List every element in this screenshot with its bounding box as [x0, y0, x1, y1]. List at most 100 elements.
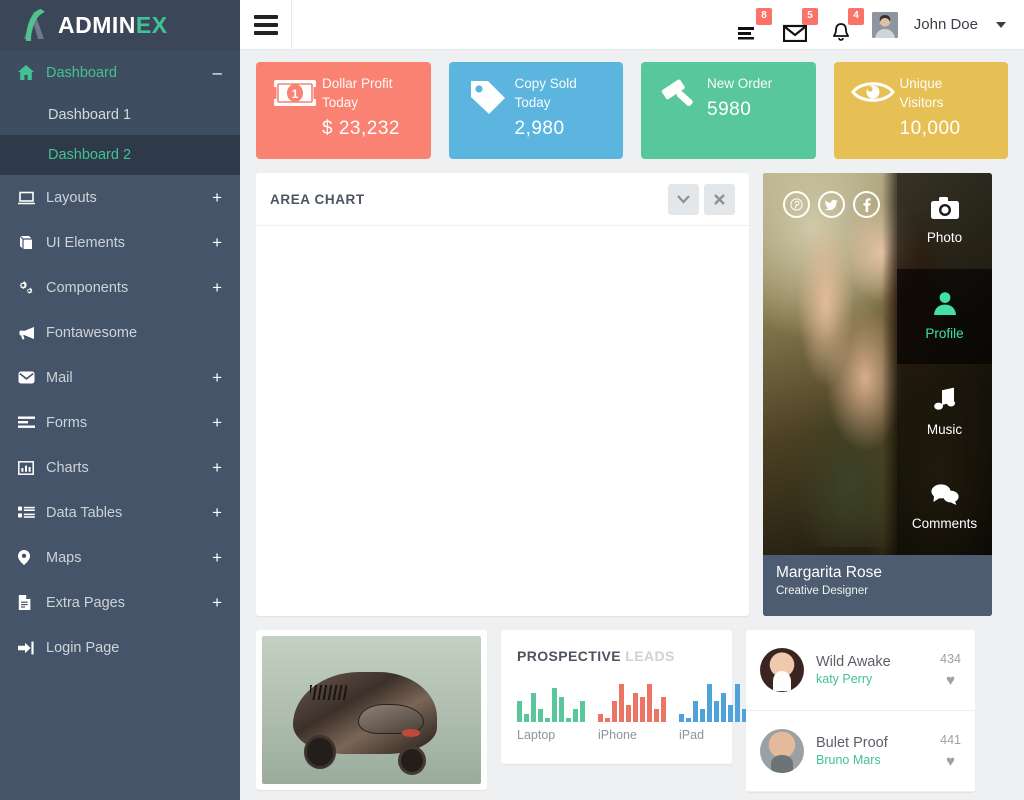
stat-card[interactable]: Copy Sold Today 2,980 [448, 62, 623, 159]
book-icon [18, 235, 46, 250]
top-header: 8 5 4 John Doe [240, 0, 1024, 50]
track-artist: katy Perry [816, 672, 873, 686]
stat-value: $ 23,232 [322, 118, 400, 139]
stat-cards: 1 Dollar Profit Today $ 23,232 Copy Sold Toda… [256, 62, 1008, 159]
sidebar-item-charts[interactable]: Charts + [0, 445, 240, 490]
stat-card[interactable]: New Order 5980 [641, 62, 816, 159]
sidebar-item-maps[interactable]: Maps + [0, 535, 240, 580]
page-title: AREA CHART [270, 191, 365, 207]
spark-bar [619, 684, 624, 722]
sidebar-item-toggle[interactable]: + [212, 234, 222, 251]
pinterest-icon[interactable] [783, 191, 810, 218]
sidebar-subitem-dashboard-2[interactable]: Dashboard 2 [0, 135, 240, 175]
panel-header: AREA CHART [256, 173, 749, 226]
sidebar-subitem-dashboard-1[interactable]: Dashboard 1 [0, 95, 240, 135]
sidebar-item-ui-elements[interactable]: UI Elements + [0, 220, 240, 265]
sidebar-item-label: Layouts [46, 189, 97, 206]
chevron-down-icon[interactable] [996, 21, 1006, 28]
spark-bar [580, 701, 585, 722]
sidebar-item-toggle[interactable]: + [212, 594, 222, 611]
sidebar-item-toggle[interactable]: + [212, 369, 222, 386]
stat-value: 2,980 [514, 118, 565, 139]
envelope-icon [18, 371, 46, 384]
profile-card: Photo Profile Music Comments Margarita Rose… [763, 173, 992, 616]
profile-name: Margarita Rose [776, 564, 882, 581]
spark-bar [679, 713, 684, 722]
username-label[interactable]: John Doe [914, 16, 978, 33]
avatar [760, 729, 804, 773]
hamburger-bar [253, 14, 278, 19]
spark-bar [686, 717, 691, 722]
sidebar-item-fontawesome[interactable]: Fontawesome [0, 310, 240, 355]
profile-menu-photo[interactable]: Photo [897, 173, 992, 269]
sidebar-item-toggle[interactable]: + [212, 549, 222, 566]
stat-card[interactable]: 1 Dollar Profit Today $ 23,232 [256, 62, 431, 159]
spark-bars [598, 680, 666, 722]
vehicle-photo [262, 636, 481, 784]
logo-text-accent: EX [135, 11, 168, 38]
hamburger-bar [253, 22, 278, 27]
profile-menu-profile[interactable]: Profile [897, 268, 992, 364]
bell-icon[interactable]: 4 [826, 7, 864, 42]
profile-footer: Margarita Rose Creative Designer [763, 555, 992, 616]
twitter-icon[interactable] [818, 191, 845, 218]
stat-label: Dollar Profit [322, 76, 393, 91]
sidebar-item-label: Login Page [46, 639, 120, 656]
money-bill-icon: 1 [268, 74, 322, 108]
spark-bar [524, 713, 529, 722]
sidebar-item-toggle[interactable]: + [212, 459, 222, 476]
spark-bar [552, 688, 557, 722]
profile-menu-music[interactable]: Music [897, 364, 992, 460]
stat-label: Unique [899, 76, 943, 91]
sidebar-item-dashboard[interactable]: Dashboard – [0, 50, 240, 95]
list-item[interactable]: Bulet Proof Bruno Mars 441 ♥ [746, 711, 975, 792]
heart-icon[interactable]: ♥ [940, 753, 961, 770]
profile-menu-label: Photo [926, 229, 963, 245]
stat-value: 5980 [707, 99, 752, 120]
logo[interactable]: ADMINEX [0, 0, 240, 50]
vehicle-wheel [397, 745, 427, 776]
sidebar-item-mail[interactable]: Mail + [0, 355, 240, 400]
sidebar-item-toggle[interactable]: + [212, 414, 222, 431]
tasks-badge: 8 [756, 7, 772, 25]
profile-menu-label: Comments [911, 516, 978, 532]
tasks-icon[interactable]: 8 [734, 7, 772, 42]
sidebar-item-forms[interactable]: Forms + [0, 400, 240, 445]
sidebar-item-toggle[interactable]: – [213, 64, 222, 81]
stat-label-2: Today [322, 95, 359, 110]
bullhorn-icon [18, 326, 46, 340]
profile-menu-comments[interactable]: Comments [897, 459, 992, 555]
sidebar-item-data-tables[interactable]: Data Tables + [0, 490, 240, 535]
sidebar-item-toggle[interactable]: + [212, 279, 222, 296]
hamburger-icon[interactable] [240, 0, 292, 50]
envelope-icon[interactable]: 5 [780, 7, 818, 42]
sidebar-item-layouts[interactable]: Layouts + [0, 175, 240, 220]
spark-group-laptop: Laptop [517, 680, 585, 742]
stat-card[interactable]: Unique Visitors 10,000 [833, 62, 1008, 159]
vehicle-lamp [402, 729, 420, 737]
list-item[interactable]: Wild Awake katy Perry 434 ♥ [746, 630, 975, 711]
sidebar-item-toggle[interactable]: + [212, 504, 222, 521]
spark-bar [654, 709, 659, 722]
avatar[interactable] [871, 11, 898, 38]
collapse-button[interactable] [668, 183, 699, 215]
sidebar-item-label: UI Elements [46, 234, 125, 251]
spark-bar [566, 717, 571, 722]
spark-bar [647, 684, 652, 722]
content-row-1: AREA CHART Photo Profile Music Comments … [256, 173, 1008, 616]
sidebar-item-components[interactable]: Components + [0, 265, 240, 310]
logo-text-primary: ADMIN [58, 11, 136, 38]
track-artist: Bruno Mars [816, 753, 881, 767]
heart-icon[interactable]: ♥ [940, 672, 961, 689]
spark-group-iphone: iPhone [598, 680, 666, 742]
sidebar-item-extra-pages[interactable]: Extra Pages + [0, 580, 240, 625]
logo-text: ADMINEX [58, 12, 168, 39]
sidebar-item-toggle[interactable]: + [212, 189, 222, 206]
sidebar-item-login-page[interactable]: Login Page [0, 625, 240, 670]
spark-group-ipad: iPad [679, 680, 754, 742]
facebook-icon[interactable] [853, 191, 880, 218]
close-button[interactable] [704, 183, 735, 215]
leads-title-light: LEADS [625, 648, 675, 664]
panel-tools [668, 183, 735, 215]
svg-text:1: 1 [292, 87, 299, 101]
